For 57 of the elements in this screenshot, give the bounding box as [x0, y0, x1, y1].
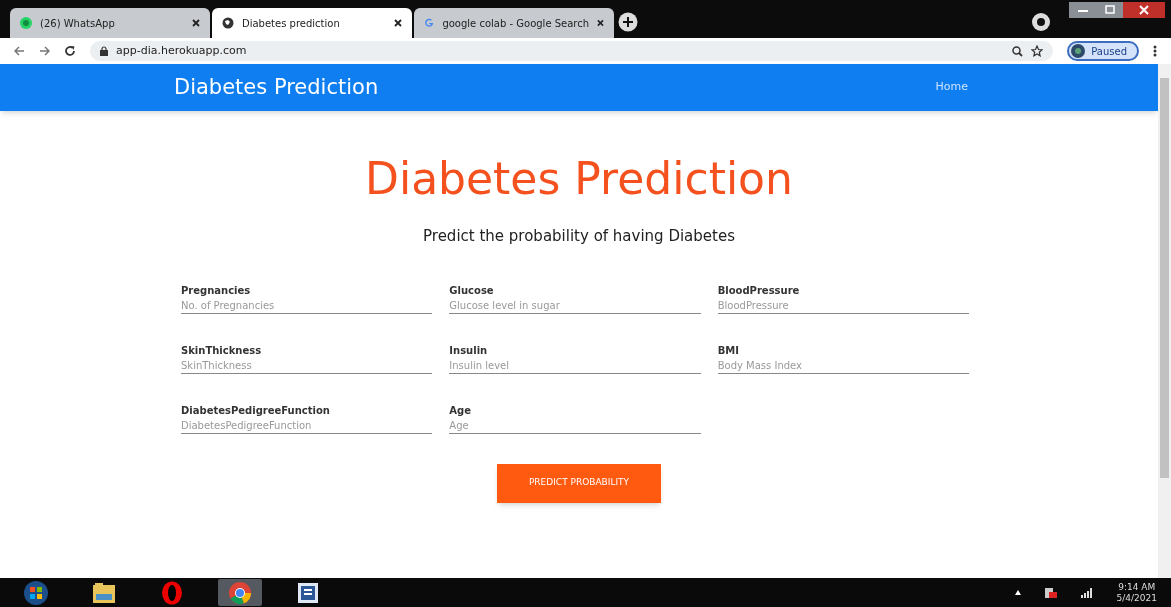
field-label: Glucose	[449, 283, 495, 298]
input-field[interactable]: DiabetesPedigreeFunction	[181, 417, 433, 434]
menu-icon[interactable]	[1153, 45, 1157, 57]
field-label: SkinThickness	[181, 343, 263, 358]
field-label: Age	[449, 403, 472, 418]
input-field[interactable]: Glucose level in sugar	[449, 297, 701, 314]
back-icon[interactable]	[14, 46, 25, 56]
star-icon[interactable]	[1031, 45, 1044, 57]
field-label: BloodPressure	[717, 283, 801, 298]
browser-tab[interactable]: google colab - Google Search	[414, 8, 614, 38]
tab-title: Diabetes prediction	[242, 16, 341, 31]
tray-arrow-icon[interactable]	[1014, 590, 1021, 595]
input-field[interactable]: SkinThickness	[181, 357, 433, 374]
signal-icon[interactable]	[1080, 587, 1093, 598]
input-field[interactable]: Insulin level	[449, 357, 701, 374]
folder-icon[interactable]	[92, 581, 116, 604]
tab-title: (26) WhatsApp	[40, 16, 116, 31]
reload-icon[interactable]	[64, 45, 76, 57]
browser-tab[interactable]: (26) WhatsApp	[10, 8, 210, 38]
lock-icon	[100, 46, 108, 56]
address-bar[interactable]: app-dia.herokuapp.com	[90, 41, 1054, 61]
field-label: DiabetesPedigreeFunction	[181, 403, 331, 418]
chrome-icon[interactable]	[228, 580, 252, 605]
record-icon	[1031, 12, 1051, 32]
profile-button[interactable]: Paused	[1067, 41, 1139, 61]
input-field[interactable]: No. of Pregnancies	[181, 297, 433, 314]
page-subtitle: Predict the probability of having Diabetes	[423, 226, 735, 247]
opera-icon[interactable]	[161, 580, 183, 605]
field-label: Pregnancies	[181, 283, 252, 298]
field-label: Insulin	[449, 343, 489, 358]
zoom-icon[interactable]	[1012, 45, 1024, 57]
network-icon[interactable]	[1044, 587, 1057, 598]
start-icon[interactable]	[23, 579, 49, 606]
url-text: app-dia.herokuapp.com	[116, 42, 247, 59]
document-icon[interactable]	[297, 581, 319, 604]
minimize-icon[interactable]	[1069, 2, 1097, 18]
browser-tab[interactable]: Diabetes prediction	[212, 8, 412, 38]
clock-time: 9:14 AM	[1118, 581, 1156, 593]
page-heading: Diabetes Prediction	[365, 152, 793, 206]
maximize-icon[interactable]	[1097, 2, 1123, 18]
clock-date: 5/4/2021	[1116, 592, 1157, 604]
input-field[interactable]: Body Mass Index	[717, 357, 969, 374]
tab-title: google colab - Google Search	[442, 16, 590, 31]
close-icon[interactable]	[394, 19, 402, 27]
close-icon[interactable]	[597, 19, 604, 27]
field-label: BMI	[717, 343, 740, 358]
input-field[interactable]: BloodPressure	[717, 297, 969, 314]
brand-title[interactable]: Diabetes Prediction	[174, 71, 379, 104]
input-field[interactable]: Age	[449, 417, 701, 434]
globe-icon	[222, 17, 234, 29]
google-icon	[424, 17, 435, 29]
close-window-icon[interactable]	[1123, 2, 1165, 18]
chat-icon	[20, 17, 32, 29]
forward-icon[interactable]	[39, 46, 50, 56]
avatar-icon	[1071, 44, 1086, 58]
close-icon[interactable]	[192, 19, 200, 27]
new-tab-icon[interactable]	[618, 12, 638, 32]
